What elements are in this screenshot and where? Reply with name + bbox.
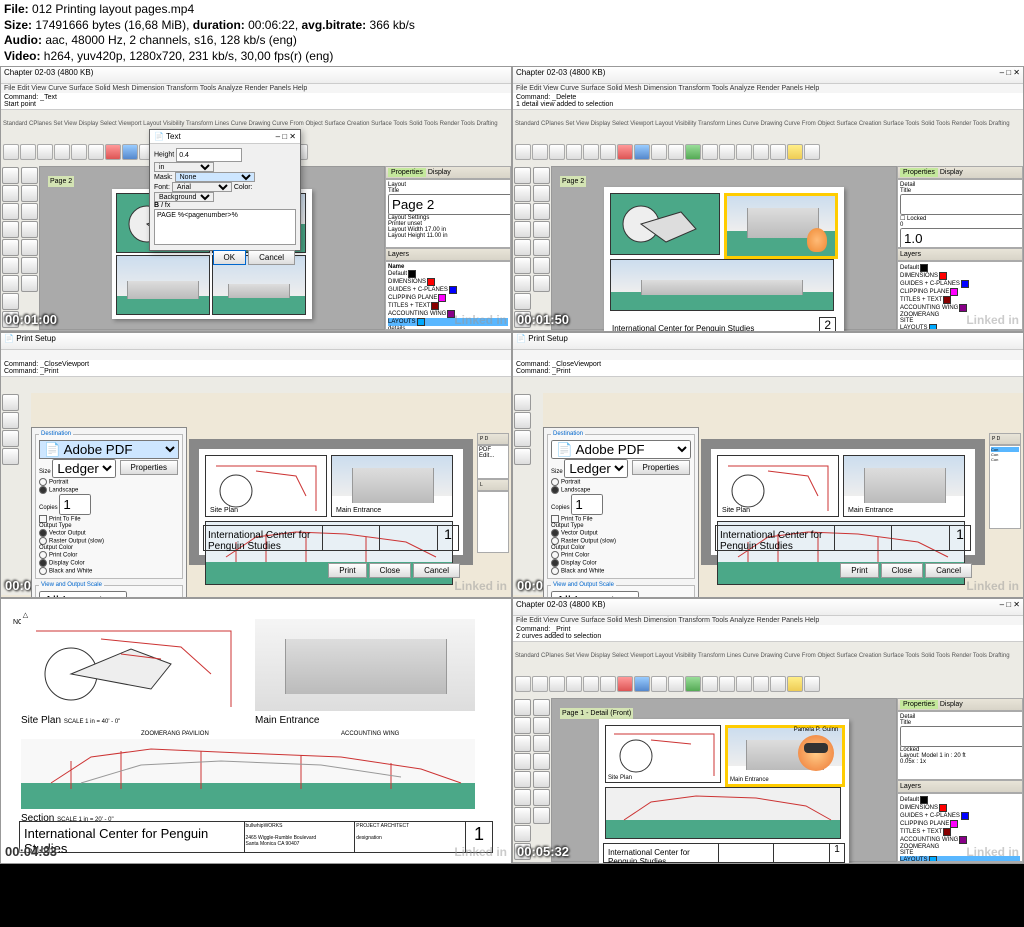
print-preview: Site Plan Main Entrance International Ce… — [189, 439, 473, 565]
color-select[interactable]: Background — [154, 192, 214, 202]
close-button[interactable]: Close — [369, 563, 411, 578]
font-select[interactable]: Arial — [172, 182, 232, 192]
window-title: Chapter 02-03 (4800 KB) — [1, 67, 511, 84]
text-input[interactable]: PAGE %<pagenumber>% — [154, 209, 296, 245]
right-panel: Properties Display Layout Title Layout S… — [385, 166, 511, 330]
menubar[interactable]: File Edit View Curve Surface Solid Mesh … — [1, 84, 511, 93]
thumb-3: 📄 Print Setup Command: _CloseViewportCom… — [0, 332, 512, 598]
dialog-title: 📄 Text‒ □ ✕ — [150, 130, 300, 144]
print-button[interactable]: Print — [328, 563, 366, 578]
height-input[interactable] — [176, 148, 242, 162]
timestamp: 00:01:00 — [5, 312, 57, 327]
thumb-2: Chapter 02-03 (4800 KB)‒ □ ✕ File Edit V… — [512, 66, 1024, 332]
thumb-5-pdf: △NORTH Site Plan SCALE 1 in = 40' - 0" M… — [0, 598, 512, 864]
thumb-4: 📄 Print Setup Command: _CloseViewportCom… — [512, 332, 1024, 598]
thumbnail-grid: Chapter 02-03 (4800 KB) File Edit View C… — [0, 66, 1024, 864]
printer-select[interactable]: 📄 Adobe PDF — [39, 440, 179, 459]
unit-select[interactable]: in — [154, 162, 214, 172]
cancel-button[interactable]: Cancel — [248, 250, 295, 265]
text-dialog: 📄 Text‒ □ ✕ Height in Mask: None Font: A… — [149, 129, 301, 251]
cancel-button[interactable]: Cancel — [413, 563, 460, 578]
layers-tab[interactable]: Layers — [385, 248, 511, 261]
ok-button[interactable]: OK — [213, 250, 247, 265]
properties-tab[interactable]: Properties Display — [385, 166, 511, 179]
thumb-6: Chapter 02-03 (4800 KB)‒ □ ✕ File Edit V… — [512, 598, 1024, 864]
print-dialog: Destination 📄 Adobe PDF Size Ledger Prop… — [31, 427, 187, 598]
left-toolbar[interactable] — [1, 166, 39, 330]
linkedin-logo: Linked in — [454, 313, 507, 327]
command-line[interactable]: Command: _TextStart point — [1, 93, 511, 110]
file-info-header: File: 012 Printing layout pages.mp4 Size… — [0, 0, 1024, 66]
page-tab[interactable]: Page 2 — [48, 176, 74, 187]
thumb-1: Chapter 02-03 (4800 KB) File Edit View C… — [0, 66, 512, 332]
properties-button[interactable]: Properties — [120, 460, 178, 475]
mask-select[interactable]: None — [175, 172, 255, 182]
